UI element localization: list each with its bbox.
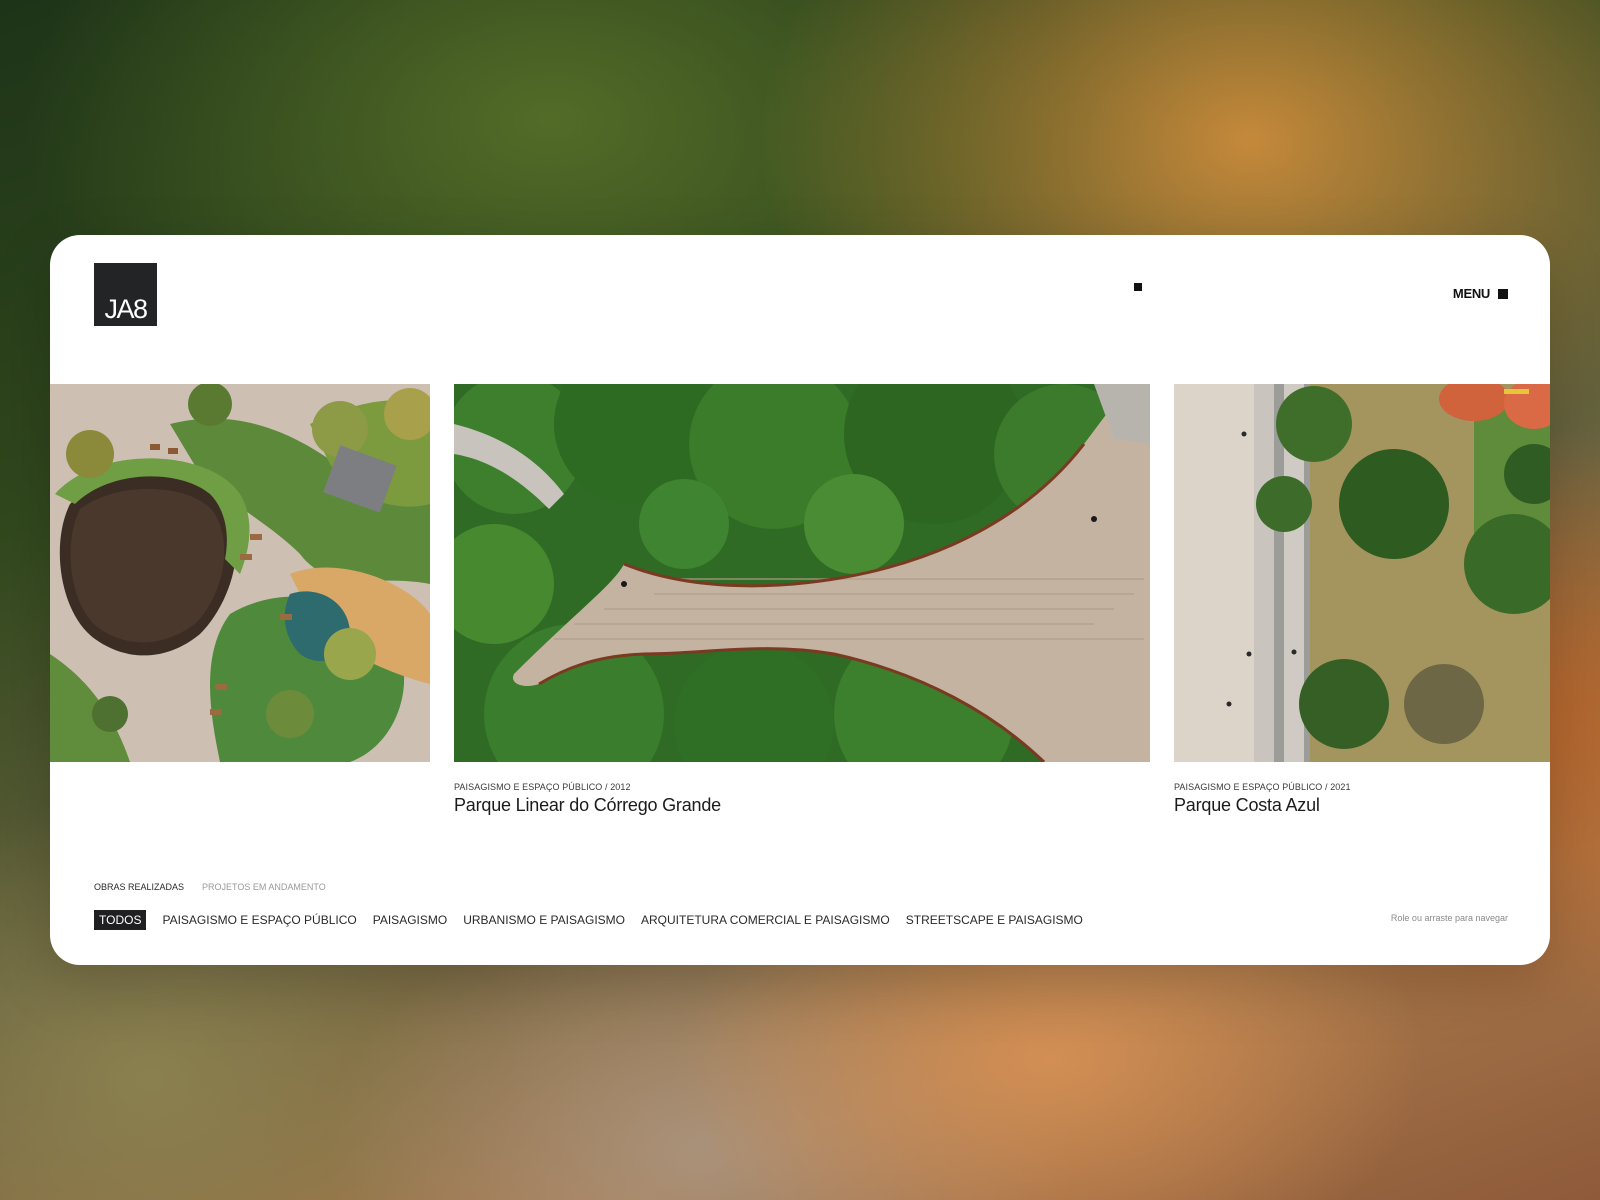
navigation-hint: Role ou arraste para navegar [1390, 913, 1508, 923]
square-dot-icon [1134, 283, 1142, 291]
project-meta: PAISAGISMO E ESPAÇO PÚBLICO / 2021 Parqu… [1174, 782, 1550, 816]
project-card[interactable]: PAISAGISMO E ESPAÇO PÚBLICO / 2021 Parqu… [1174, 384, 1550, 816]
aerial-boardwalk-forest-photo[interactable] [454, 384, 1150, 762]
tab-obras-realizadas[interactable]: OBRAS REALIZADAS [94, 882, 184, 892]
ja8-logo[interactable]: JA8 [94, 263, 157, 326]
project-title[interactable]: Parque Costa Azul [1174, 795, 1550, 816]
project-carousel[interactable]: PAISAGISMO E ESPAÇO PÚBLICO / 2012 Parqu… [50, 384, 1550, 815]
square-menu-icon [1498, 288, 1508, 299]
tab-projetos-em-andamento[interactable]: PROJETOS EM ANDAMENTO [202, 882, 326, 892]
category-filters: TODOS PAISAGISMO E ESPAÇO PÚBLICO PAISAG… [94, 910, 1083, 930]
filter-streetscape-paisagismo[interactable]: STREETSCAPE E PAISAGISMO [906, 913, 1083, 927]
filter-arquitetura-comercial-paisagismo[interactable]: ARQUITETURA COMERCIAL E PAISAGISMO [641, 913, 890, 927]
project-card[interactable]: PAISAGISMO E ESPAÇO PÚBLICO / 2012 Parqu… [454, 384, 1150, 816]
menu-label: MENU [1452, 286, 1490, 301]
status-tabs: OBRAS REALIZADAS PROJETOS EM ANDAMENTO [94, 882, 326, 892]
page-card: JA8 MENU PAISAGISMO E ESPAÇO PÚBLICO / 2… [50, 235, 1550, 965]
menu-button[interactable]: MENU [1453, 286, 1508, 301]
filter-paisagismo-espaco-publico[interactable]: PAISAGISMO E ESPAÇO PÚBLICO [162, 913, 356, 927]
filter-urbanismo-paisagismo[interactable]: URBANISMO E PAISAGISMO [463, 913, 625, 927]
project-category: PAISAGISMO E ESPAÇO PÚBLICO / 2021 [1174, 782, 1351, 792]
aerial-plaza-garden-photo[interactable] [50, 384, 430, 762]
project-card[interactable] [50, 384, 430, 762]
project-title[interactable]: Parque Linear do Córrego Grande [454, 795, 1150, 816]
filter-todos[interactable]: TODOS [94, 910, 147, 930]
project-meta: PAISAGISMO E ESPAÇO PÚBLICO / 2012 Parqu… [454, 782, 1150, 816]
project-category: PAISAGISMO E ESPAÇO PÚBLICO / 2012 [454, 782, 631, 792]
aerial-beach-park-photo[interactable] [1174, 384, 1550, 762]
filter-paisagismo[interactable]: PAISAGISMO [373, 913, 447, 927]
